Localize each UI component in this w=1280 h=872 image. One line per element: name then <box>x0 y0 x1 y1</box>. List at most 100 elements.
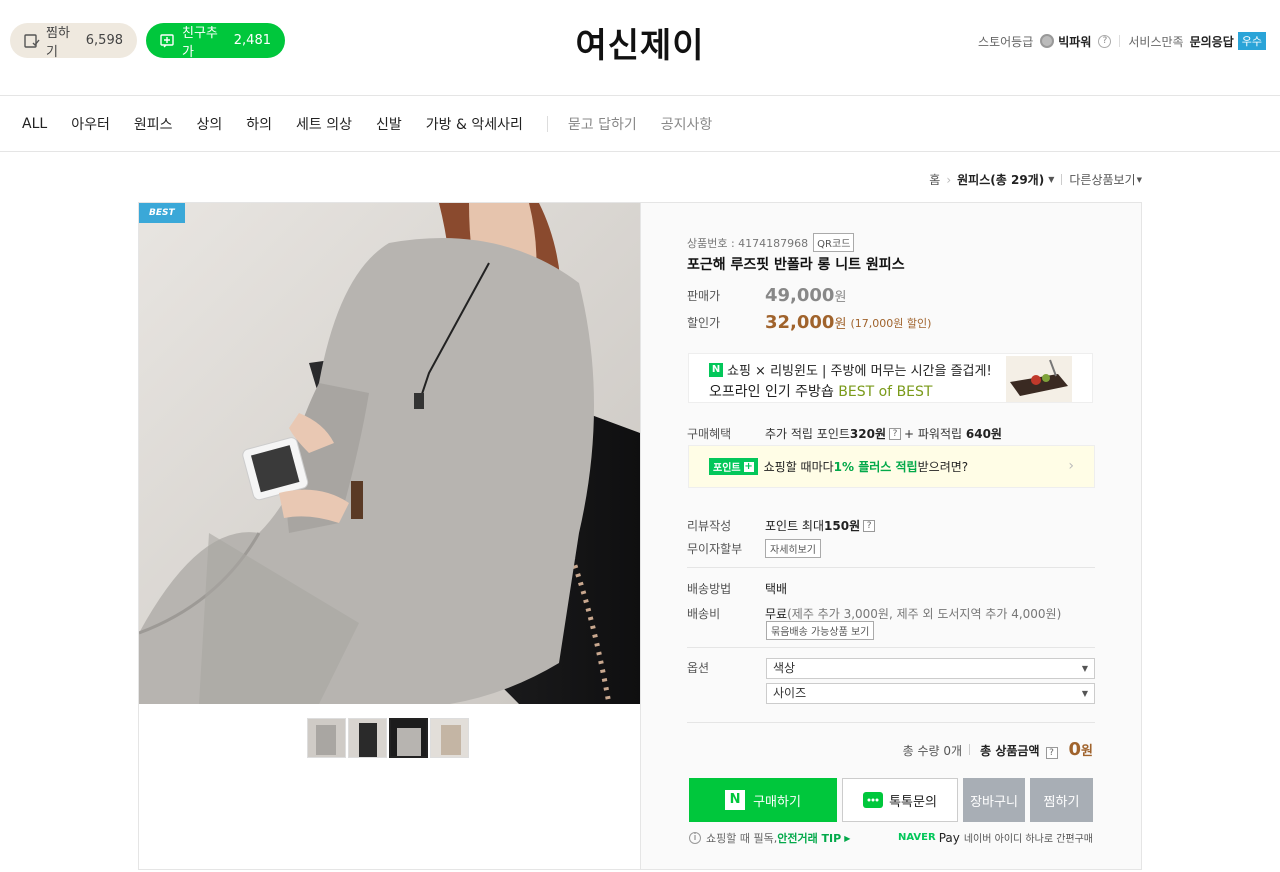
chevron-right-icon: › <box>1068 458 1074 474</box>
pay-label: Pay <box>938 830 960 845</box>
best-badge: BEST <box>139 203 185 223</box>
help-icon[interactable]: ? <box>863 519 876 532</box>
point-text-a: 쇼핑할 때마다 <box>763 460 834 474</box>
store-header: 찜하기 6,598 친구추가 2,481 여신제이 스토어등급 빅파워 ? 서비… <box>0 0 1280 96</box>
shipping-method-value: 택배 <box>765 582 788 596</box>
divider <box>1119 35 1121 47</box>
option-label: 옵션 <box>687 661 710 675</box>
thumbnail-3[interactable] <box>389 718 428 758</box>
divider <box>687 722 1095 723</box>
product-info-panel: 상품번호 : 4174187968 QR코드 포근해 루즈핏 반폴라 롱 니트 … <box>640 203 1141 869</box>
banner-line-2: 오프라인 인기 주방숍 BEST of BEST <box>709 381 932 401</box>
product-number-text: 상품번호 : 4174187968 <box>687 236 809 250</box>
point-text-c: 받으려면? <box>917 460 969 474</box>
divider <box>687 567 1095 568</box>
naver-brand: NAVER <box>898 832 936 843</box>
nav-item-bags[interactable]: 가방 & 악세사리 <box>426 114 523 134</box>
nav-item-all[interactable]: ALL <box>22 116 47 132</box>
help-icon[interactable]: ? <box>1045 747 1058 759</box>
review-value-amount: 150원 <box>824 519 861 533</box>
banner-text-2a: 오프라인 인기 주방숍 <box>709 384 839 400</box>
info-icon: i <box>689 832 701 844</box>
qr-code-button[interactable]: QR코드 <box>813 233 855 252</box>
breadcrumb-category[interactable]: 원피스 <box>957 171 990 188</box>
naver-pay-text: 네이버 아이디 하나로 간편구매 <box>963 834 1093 845</box>
installment-detail-button[interactable]: 자세히보기 <box>765 539 821 558</box>
help-icon[interactable]: ? <box>889 427 902 440</box>
nav-item-set[interactable]: 세트 의상 <box>296 114 352 134</box>
store-grade-label: 스토어등급 <box>978 34 1034 49</box>
product-main-image[interactable]: BEST <box>139 203 640 704</box>
nav-item-shoes[interactable]: 신발 <box>376 114 402 134</box>
naver-pay-info: NAVER Pay 네이버 아이디 하나로 간편구매 <box>898 830 1093 846</box>
chevron-right-icon: › <box>946 172 952 187</box>
naver-n-icon: N <box>725 790 746 810</box>
talktalk-icon <box>863 792 884 808</box>
price-label: 판매가 <box>687 289 721 303</box>
nav-item-top[interactable]: 상의 <box>196 114 222 134</box>
chevron-down-icon: ▼ <box>1081 664 1088 673</box>
review-value-text: 포인트 최대 <box>765 519 825 533</box>
nav-item-qna[interactable]: 묻고 답하기 <box>568 114 637 134</box>
store-grade-value: 빅파워 <box>1058 34 1092 49</box>
breadcrumb-count: (총 29개) <box>990 173 1045 187</box>
original-price-unit: 원 <box>834 290 847 305</box>
zzim-product-button[interactable]: 찜하기 <box>1030 778 1093 822</box>
size-select[interactable]: 사이즈 ▼ <box>766 683 1095 704</box>
thumbnail-2[interactable] <box>348 718 387 758</box>
benefit-point-value: 320원 <box>849 427 887 441</box>
total-label: 총 상품금액 <box>980 744 1040 758</box>
tip-text: 쇼핑할 때 필독, <box>706 832 778 845</box>
promo-banner[interactable]: N 쇼핑 × 리빙윈도 | 주방에 머무는 시간을 즐겁게! 오프라인 인기 주… <box>688 353 1093 403</box>
color-select[interactable]: 색상 ▼ <box>766 658 1095 679</box>
sale-price: 32,000원 <box>765 312 846 333</box>
point-text-b: 1% 플러스 적립 <box>833 460 918 474</box>
size-select-value: 사이즈 <box>773 686 807 700</box>
buy-now-label: 구매하기 <box>753 794 801 810</box>
total-amount: 0원 <box>1069 739 1094 760</box>
breadcrumb-home[interactable]: 홈 <box>929 171 940 188</box>
nav-divider <box>546 115 548 132</box>
nav-item-bottom[interactable]: 하의 <box>246 114 272 134</box>
chevron-down-icon[interactable]: ▼ <box>1048 175 1054 184</box>
purchase-benefit-row: 구매혜택 추가 적립 포인트 320원 ? + 파워적립 640원 <box>687 425 1002 442</box>
buy-now-button[interactable]: N 구매하기 <box>689 778 837 822</box>
thumbnail-4[interactable] <box>430 718 469 758</box>
sale-price-value: 32,000 <box>765 312 835 333</box>
original-price-value: 49,000 <box>765 285 835 306</box>
divider <box>969 744 971 755</box>
shipping-method-row: 배송방법 택배 <box>687 580 787 597</box>
bundle-shipping-button[interactable]: 묶음배송 가능상품 보기 <box>766 621 875 640</box>
shipping-fee-row: 배송비 무료 (제주 추가 3,000원, 제주 외 도서지역 추가 4,000… <box>687 605 1061 622</box>
chevron-down-icon: ▼ <box>1136 175 1142 184</box>
point-plus-box[interactable]: 포인트 + 쇼핑할 때마다 1% 플러스 적립 받으려면? › <box>688 445 1095 488</box>
service-value: 문의응답 <box>1189 34 1234 49</box>
nav-item-outer[interactable]: 아우터 <box>71 114 110 134</box>
talktalk-label: 톡톡문의 <box>889 794 937 810</box>
original-price: 49,000원 <box>765 285 846 306</box>
nav-item-onepiece[interactable]: 원피스 <box>134 114 173 134</box>
category-nav: ALL 아우터 원피스 상의 하의 세트 의상 신발 가방 & 악세사리 묻고 … <box>0 96 1280 152</box>
talktalk-inquiry-button[interactable]: 톡톡문의 <box>842 778 958 822</box>
cart-button[interactable]: 장바구니 <box>963 778 1025 822</box>
naver-n-icon: N <box>709 362 723 377</box>
help-icon[interactable]: ? <box>1098 34 1112 48</box>
point-plus-badge: 포인트 + <box>709 458 758 475</box>
point-badge-text: 포인트 <box>713 463 741 474</box>
order-total: 총 수량 0개 총 상품금액 ? 0원 <box>903 739 1093 760</box>
chevron-right-icon: ▶ <box>844 833 851 843</box>
shipping-fee-value: 무료 <box>765 607 788 621</box>
product-number: 상품번호 : 4174187968 QR코드 <box>687 233 855 252</box>
safe-trade-tip[interactable]: i 쇼핑할 때 필독, 안전거래 TIP ▶ <box>689 830 850 846</box>
divider <box>687 647 1095 648</box>
sale-price-label: 할인가 <box>687 316 721 330</box>
other-products-link[interactable]: 다른상품보기 <box>1069 171 1135 188</box>
service-label: 서비스만족 <box>1128 34 1184 49</box>
tip-link[interactable]: 안전거래 TIP <box>777 830 841 846</box>
shipping-fee-extra: (제주 추가 3,000원, 제주 외 도서지역 추가 4,000원) <box>787 607 1062 621</box>
service-badge: 우수 <box>1237 32 1266 50</box>
store-grade: 스토어등급 빅파워 ? 서비스만족 문의응답 우수 <box>978 32 1266 50</box>
nav-item-notice[interactable]: 공지사항 <box>661 114 713 134</box>
color-select-value: 색상 <box>773 661 796 675</box>
thumbnail-1[interactable] <box>307 718 346 758</box>
